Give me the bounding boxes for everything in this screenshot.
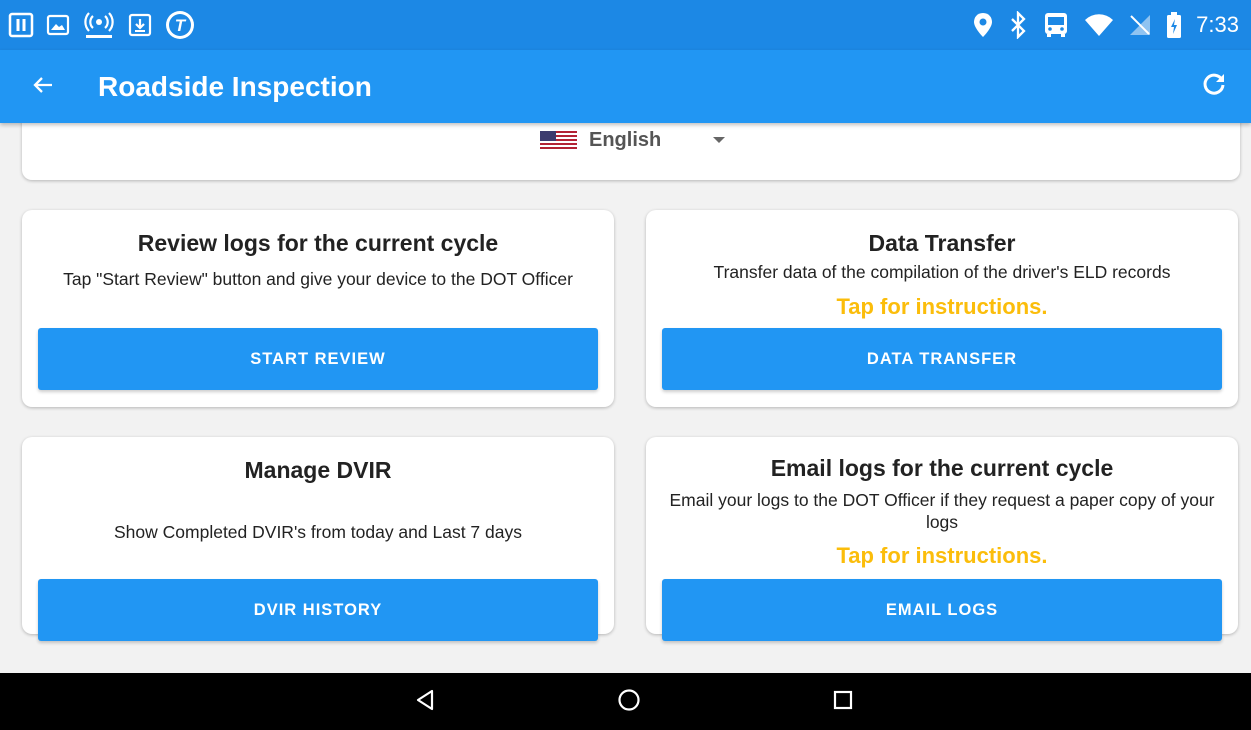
app-bar: Roadside Inspection bbox=[0, 50, 1251, 123]
card-title: Manage DVIR bbox=[244, 457, 392, 483]
language-card: English bbox=[22, 123, 1240, 180]
language-label: English bbox=[589, 128, 662, 151]
svg-text:T: T bbox=[175, 16, 187, 35]
us-flag-icon bbox=[540, 131, 577, 149]
review-logs-card: Review logs for the current cycle Tap "S… bbox=[22, 210, 614, 407]
status-time: 7:33 bbox=[1196, 12, 1239, 37]
home-circle-icon bbox=[617, 688, 641, 717]
wifi-icon bbox=[1084, 13, 1114, 37]
t-logo-icon: T bbox=[164, 9, 196, 41]
instructions-link[interactable]: Tap for instructions. bbox=[646, 542, 1238, 570]
email-logs-button[interactable]: EMAIL LOGS bbox=[662, 579, 1222, 641]
location-icon bbox=[972, 11, 994, 39]
card-description: Transfer data of the compilation of the … bbox=[713, 262, 1171, 282]
card-title: Data Transfer bbox=[868, 230, 1016, 256]
data-transfer-card: Data Transfer Transfer data of the compi… bbox=[646, 210, 1238, 407]
card-description: Show Completed DVIR's from today and Las… bbox=[114, 522, 522, 542]
back-button[interactable] bbox=[26, 70, 60, 104]
data-transfer-button[interactable]: DATA TRANSFER bbox=[662, 328, 1222, 390]
content-area[interactable]: English Review logs for the current cycl… bbox=[0, 123, 1251, 673]
start-review-button[interactable]: START REVIEW bbox=[38, 328, 598, 390]
page-title: Roadside Inspection bbox=[98, 71, 372, 102]
refresh-icon bbox=[1201, 72, 1227, 103]
card-description: Email your logs to the DOT Officer if th… bbox=[669, 490, 1215, 532]
dvir-history-button[interactable]: DVIR HISTORY bbox=[38, 579, 598, 641]
bluetooth-icon bbox=[1008, 11, 1028, 39]
notification-icons: T bbox=[8, 8, 196, 42]
manage-dvir-card: Manage DVIR Show Completed DVIR's from t… bbox=[22, 437, 614, 641]
navigation-bar bbox=[0, 673, 1251, 730]
nav-home-button[interactable] bbox=[615, 688, 643, 717]
no-sim-icon bbox=[1128, 13, 1152, 37]
image-box-icon bbox=[46, 13, 70, 37]
pause-box-icon bbox=[8, 12, 34, 38]
status-bar: T 7:33 bbox=[0, 0, 1251, 50]
arrow-left-icon bbox=[32, 74, 54, 101]
card-description: Tap "Start Review" button and give your … bbox=[63, 269, 573, 289]
card-title: Review logs for the current cycle bbox=[137, 230, 499, 256]
nav-back-button[interactable] bbox=[411, 689, 439, 715]
recents-square-icon bbox=[833, 690, 853, 715]
refresh-button[interactable] bbox=[1197, 70, 1231, 104]
card-title: Email logs for the current cycle bbox=[770, 455, 1114, 481]
bus-icon bbox=[1042, 11, 1070, 39]
caret-down-icon bbox=[713, 137, 726, 143]
system-icons: 7:33 bbox=[972, 8, 1239, 42]
back-triangle-icon bbox=[415, 689, 435, 716]
email-logs-card: Email logs for the current cycle Email y… bbox=[646, 437, 1238, 641]
download-box-icon bbox=[128, 13, 152, 37]
hotspot-icon bbox=[82, 10, 116, 40]
nav-recents-button[interactable] bbox=[829, 689, 857, 715]
battery-charging-icon bbox=[1166, 11, 1182, 39]
language-dropdown[interactable]: English bbox=[540, 125, 726, 155]
instructions-link[interactable]: Tap for instructions. bbox=[646, 293, 1238, 321]
